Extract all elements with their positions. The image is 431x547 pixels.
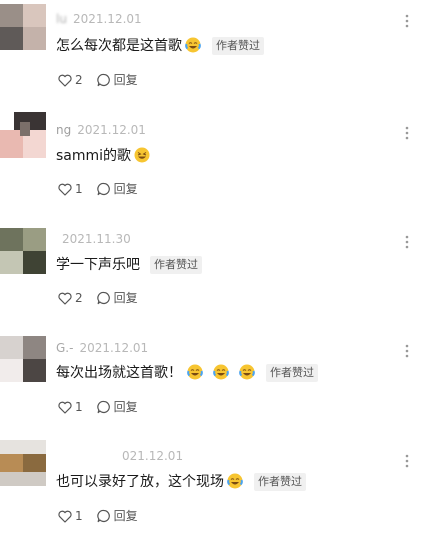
comment-date: 2021.12.01	[77, 123, 146, 137]
more-options-icon[interactable]	[405, 14, 409, 28]
username[interactable]: lu	[56, 12, 67, 26]
comment-actions: 2 回复	[58, 73, 152, 87]
reply-button[interactable]: 回复	[96, 509, 138, 523]
comment-actions: 2 回复	[58, 291, 152, 305]
comment-meta: 021.12.01	[56, 449, 183, 463]
laugh-cry-emoji-icon	[185, 37, 201, 59]
like-count: 1	[75, 182, 83, 196]
avatar[interactable]	[0, 440, 46, 486]
comment-text: 每次出场就这首歌！	[56, 365, 182, 381]
comment-item: 021.12.01 也可以录好了放，这个现场 作者赞过 1 回复	[0, 438, 431, 547]
comment-text: 怎么每次都是这首歌	[56, 38, 182, 54]
comment-text: sammi的歌	[56, 148, 132, 164]
author-liked-badge: 作者赞过	[150, 256, 202, 274]
comment-item: G.- 2021.12.01 每次出场就这首歌！ 作者赞过 1 回复	[0, 328, 431, 438]
comment-text-row: 学一下声乐吧 作者赞过	[56, 255, 421, 275]
reply-button[interactable]: 回复	[96, 400, 138, 414]
grin-emoji-icon	[134, 147, 150, 169]
author-liked-badge: 作者赞过	[266, 364, 318, 382]
reply-bubble-icon	[96, 182, 110, 196]
more-options-icon[interactable]	[405, 454, 409, 468]
reply-button[interactable]: 回复	[96, 182, 138, 196]
heart-icon	[58, 401, 72, 414]
reply-bubble-icon	[96, 73, 110, 87]
reply-label: 回复	[113, 291, 138, 305]
comment-meta: lu 2021.12.01	[56, 12, 142, 26]
like-button[interactable]: 1	[58, 182, 83, 196]
heart-icon	[58, 510, 72, 523]
avatar[interactable]	[0, 336, 46, 382]
comment-actions: 1 回复	[58, 509, 152, 523]
laugh-cry-emoji-icon	[227, 473, 243, 495]
like-count: 2	[75, 73, 83, 87]
comment-meta: ng 2021.12.01	[56, 123, 146, 137]
reply-label: 回复	[113, 182, 138, 196]
comment-meta: 2021.11.30	[56, 232, 131, 246]
like-button[interactable]: 1	[58, 509, 83, 523]
avatar[interactable]	[0, 112, 46, 158]
author-liked-badge: 作者赞过	[212, 37, 264, 55]
like-count: 1	[75, 509, 83, 523]
laugh-cry-emoji-icon	[239, 364, 255, 386]
avatar[interactable]	[0, 228, 46, 274]
comment-meta: G.- 2021.12.01	[56, 341, 148, 355]
comment-actions: 1 回复	[58, 182, 152, 196]
avatar[interactable]	[0, 4, 46, 50]
comment-item: 2021.11.30 学一下声乐吧 作者赞过 2 回复	[0, 218, 431, 328]
like-count: 1	[75, 400, 83, 414]
comment-text-row: 怎么每次都是这首歌 作者赞过	[56, 36, 421, 59]
author-liked-badge: 作者赞过	[254, 473, 306, 491]
heart-icon	[58, 74, 72, 87]
reply-button[interactable]: 回复	[96, 73, 138, 87]
comment-actions: 1 回复	[58, 400, 152, 414]
reply-button[interactable]: 回复	[96, 291, 138, 305]
laugh-cry-emoji-icon	[213, 364, 229, 386]
reply-label: 回复	[113, 73, 138, 87]
comment-date: 2021.12.01	[79, 341, 149, 355]
comment-text-row: 每次出场就这首歌！ 作者赞过	[56, 363, 421, 386]
heart-icon	[58, 292, 72, 305]
reply-bubble-icon	[96, 509, 110, 523]
comment-text: 学一下声乐吧	[56, 257, 140, 273]
more-options-icon[interactable]	[405, 235, 409, 249]
comment-date: 2021.11.30	[62, 232, 131, 246]
like-button[interactable]: 1	[58, 400, 83, 414]
username[interactable]: G.-	[56, 341, 73, 355]
comment-text: 也可以录好了放，这个现场	[56, 474, 224, 490]
like-button[interactable]: 2	[58, 291, 83, 305]
more-options-icon[interactable]	[405, 344, 409, 358]
reply-label: 回复	[113, 509, 138, 523]
reply-bubble-icon	[96, 400, 110, 414]
more-options-icon[interactable]	[405, 126, 409, 140]
like-count: 2	[75, 291, 83, 305]
like-button[interactable]: 2	[58, 73, 83, 87]
username[interactable]: ng	[56, 123, 71, 137]
comment-text-row: sammi的歌	[56, 146, 421, 169]
comment-item: ng 2021.12.01 sammi的歌 1 回复	[0, 108, 431, 218]
reply-bubble-icon	[96, 291, 110, 305]
laugh-cry-emoji-icon	[187, 364, 203, 386]
comment-item: lu 2021.12.01 怎么每次都是这首歌 作者赞过 2 回复	[0, 0, 431, 108]
heart-icon	[58, 183, 72, 196]
comment-date: 021.12.01	[122, 449, 184, 463]
comment-text-row: 也可以录好了放，这个现场 作者赞过	[56, 472, 421, 495]
reply-label: 回复	[113, 400, 138, 414]
comment-date: 2021.12.01	[72, 12, 142, 26]
